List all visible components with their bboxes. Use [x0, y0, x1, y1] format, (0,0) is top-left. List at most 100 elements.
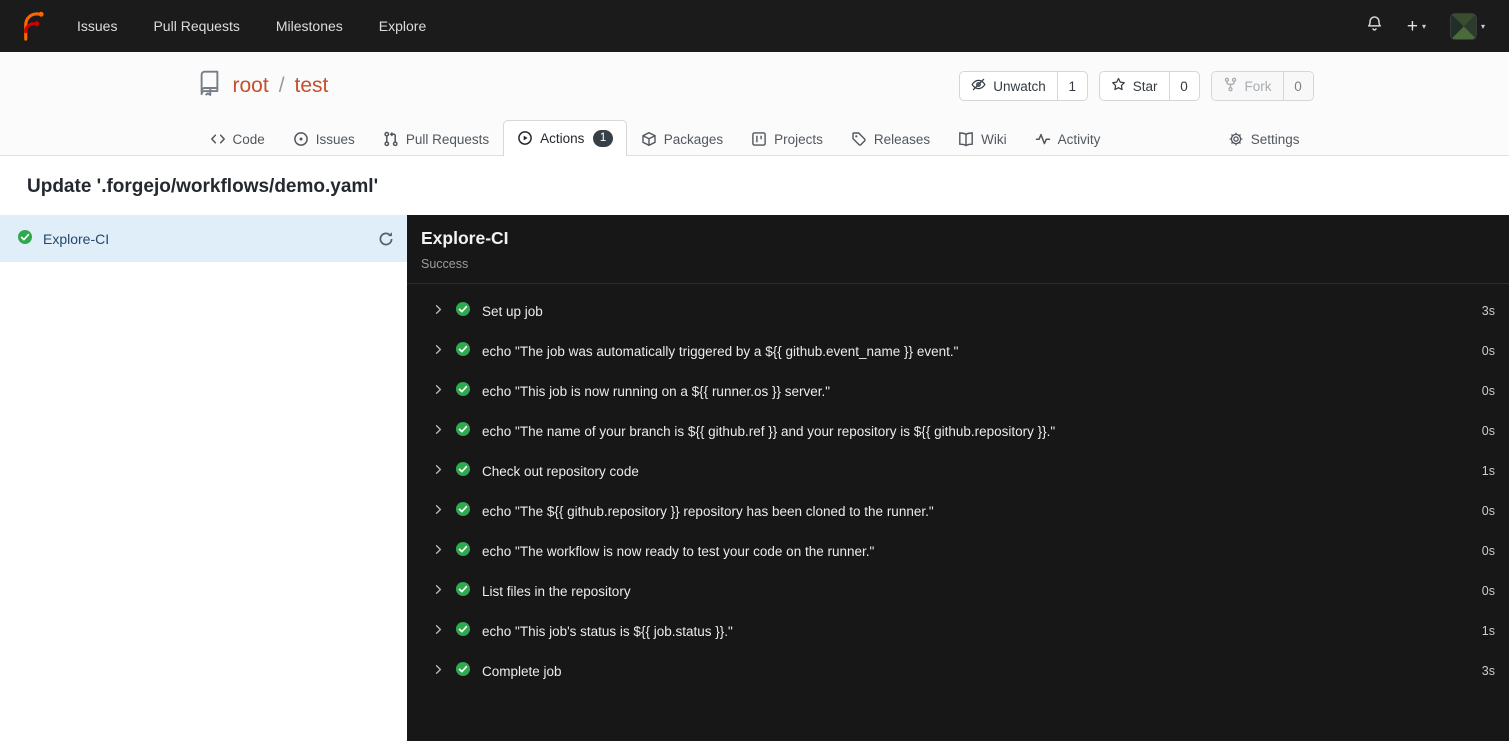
rerun-job-button[interactable] — [378, 231, 394, 247]
star-button[interactable]: Star — [1100, 72, 1169, 100]
step-row[interactable]: echo "This job is now running on a ${{ r… — [407, 371, 1509, 411]
star-button-group: Star 0 — [1098, 71, 1200, 101]
panel-job-status: Success — [421, 257, 469, 271]
chevron-right-icon — [433, 542, 444, 560]
plus-icon: + — [1406, 15, 1418, 37]
navbar-links: Issues Pull Requests Milestones Explore — [59, 0, 444, 52]
fork-button-group: Fork 0 — [1210, 71, 1314, 101]
chevron-right-icon — [433, 582, 444, 600]
step-duration: 1s — [1481, 464, 1495, 478]
top-navbar: Issues Pull Requests Milestones Explore … — [0, 0, 1509, 52]
forgejo-logo[interactable] — [17, 11, 47, 41]
tab-wiki[interactable]: Wiki — [944, 121, 1021, 156]
step-duration: 1s — [1481, 624, 1495, 638]
unwatch-label: Unwatch — [993, 78, 1046, 94]
git-fork-icon — [1223, 77, 1238, 95]
step-label: Check out repository code — [482, 463, 639, 479]
step-row[interactable]: echo "The workflow is now ready to test … — [407, 531, 1509, 571]
step-row[interactable]: echo "The ${{ github.repository }} repos… — [407, 491, 1509, 531]
unwatch-button[interactable]: Unwatch — [960, 72, 1057, 100]
chevron-right-icon — [433, 502, 444, 520]
run-body: Explore-CI Explore-CI Success Set up job… — [0, 215, 1509, 741]
watchers-count[interactable]: 1 — [1056, 72, 1087, 100]
repo-owner-link[interactable]: root — [233, 74, 269, 98]
check-circle-icon — [455, 461, 471, 482]
step-duration: 0s — [1481, 504, 1495, 518]
notifications-button[interactable] — [1359, 10, 1390, 42]
repo-icon — [196, 70, 223, 102]
avatar — [1449, 12, 1477, 40]
tab-projects[interactable]: Projects — [737, 121, 837, 156]
code-icon — [210, 134, 225, 144]
step-duration: 3s — [1481, 304, 1495, 318]
tab-settings[interactable]: Settings — [1214, 121, 1314, 156]
tab-actions[interactable]: Actions 1 — [503, 119, 627, 156]
step-duration: 3s — [1481, 664, 1495, 678]
pulse-icon — [1035, 133, 1050, 145]
step-label: Complete job — [482, 663, 562, 679]
steps-list: Set up job 3s echo "The job was automati… — [407, 284, 1509, 698]
chevron-right-icon — [433, 302, 444, 320]
check-circle-icon — [455, 621, 471, 642]
issue-opened-icon — [293, 132, 308, 146]
star-icon — [1111, 77, 1126, 95]
star-label: Star — [1132, 78, 1158, 94]
check-circle-icon — [17, 229, 33, 248]
package-icon — [642, 131, 656, 147]
step-label: echo "The workflow is now ready to test … — [482, 543, 875, 559]
gear-icon — [1229, 132, 1243, 146]
step-label: List files in the repository — [482, 583, 631, 599]
step-duration: 0s — [1481, 384, 1495, 398]
step-label: echo "The job was automatically triggere… — [482, 343, 959, 359]
fork-button[interactable]: Fork — [1211, 72, 1283, 100]
job-list: Explore-CI — [0, 215, 407, 741]
step-row[interactable]: List files in the repository 0s — [407, 571, 1509, 611]
forks-count[interactable]: 0 — [1282, 72, 1313, 100]
repo-title-row: root / test Unwatch 1 Star 0 Fork 0 — [196, 52, 1314, 114]
tab-code[interactable]: Code — [196, 121, 279, 156]
step-row[interactable]: Set up job 3s — [407, 291, 1509, 331]
create-new-button[interactable]: + ▾ — [1400, 12, 1433, 41]
check-circle-icon — [455, 541, 471, 562]
project-board-icon — [752, 132, 766, 146]
navbar-item-explore[interactable]: Explore — [361, 0, 444, 52]
check-circle-icon — [455, 301, 471, 322]
step-row[interactable]: Complete job 3s — [407, 651, 1509, 691]
step-duration: 0s — [1481, 544, 1495, 558]
stars-count[interactable]: 0 — [1168, 72, 1199, 100]
play-circle-icon — [518, 131, 532, 146]
run-title: Update '.forgejo/workflows/demo.yaml' — [27, 176, 379, 197]
step-row[interactable]: echo "The job was automatically triggere… — [407, 331, 1509, 371]
chevron-down-icon: ▾ — [1421, 21, 1426, 31]
chevron-right-icon — [433, 662, 444, 680]
job-step-panel: Explore-CI Success Set up job 3s echo "T… — [407, 215, 1509, 741]
step-row[interactable]: echo "The name of your branch is ${{ git… — [407, 411, 1509, 451]
check-circle-icon — [455, 661, 471, 682]
book-icon — [959, 132, 974, 147]
tab-releases[interactable]: Releases — [837, 121, 944, 156]
navbar-item-issues[interactable]: Issues — [59, 0, 135, 52]
repo-separator: / — [278, 74, 285, 97]
chevron-right-icon — [433, 382, 444, 400]
step-label: Set up job — [482, 303, 543, 319]
step-row[interactable]: Check out repository code 1s — [407, 451, 1509, 491]
tab-packages[interactable]: Packages — [627, 121, 737, 156]
actions-count-badge: 1 — [593, 129, 613, 147]
user-menu-button[interactable]: ▾ — [1443, 8, 1492, 45]
tab-activity[interactable]: Activity — [1021, 121, 1115, 156]
tab-pull-requests[interactable]: Pull Requests — [369, 121, 503, 156]
chevron-right-icon — [433, 342, 444, 360]
tab-issues[interactable]: Issues — [279, 121, 369, 156]
check-circle-icon — [455, 501, 471, 522]
fork-label: Fork — [1244, 78, 1272, 94]
check-circle-icon — [455, 421, 471, 442]
step-duration: 0s — [1481, 424, 1495, 438]
navbar-item-pull-requests[interactable]: Pull Requests — [135, 0, 257, 52]
job-list-item[interactable]: Explore-CI — [0, 215, 407, 262]
check-circle-icon — [455, 341, 471, 362]
repo-name-link[interactable]: test — [295, 74, 329, 98]
navbar-item-milestones[interactable]: Milestones — [258, 0, 361, 52]
repo-tabs: Code Issues Pull Requests Actions 1 Pack… — [196, 114, 1314, 156]
check-circle-icon — [455, 381, 471, 402]
step-row[interactable]: echo "This job's status is ${{ job.statu… — [407, 611, 1509, 651]
